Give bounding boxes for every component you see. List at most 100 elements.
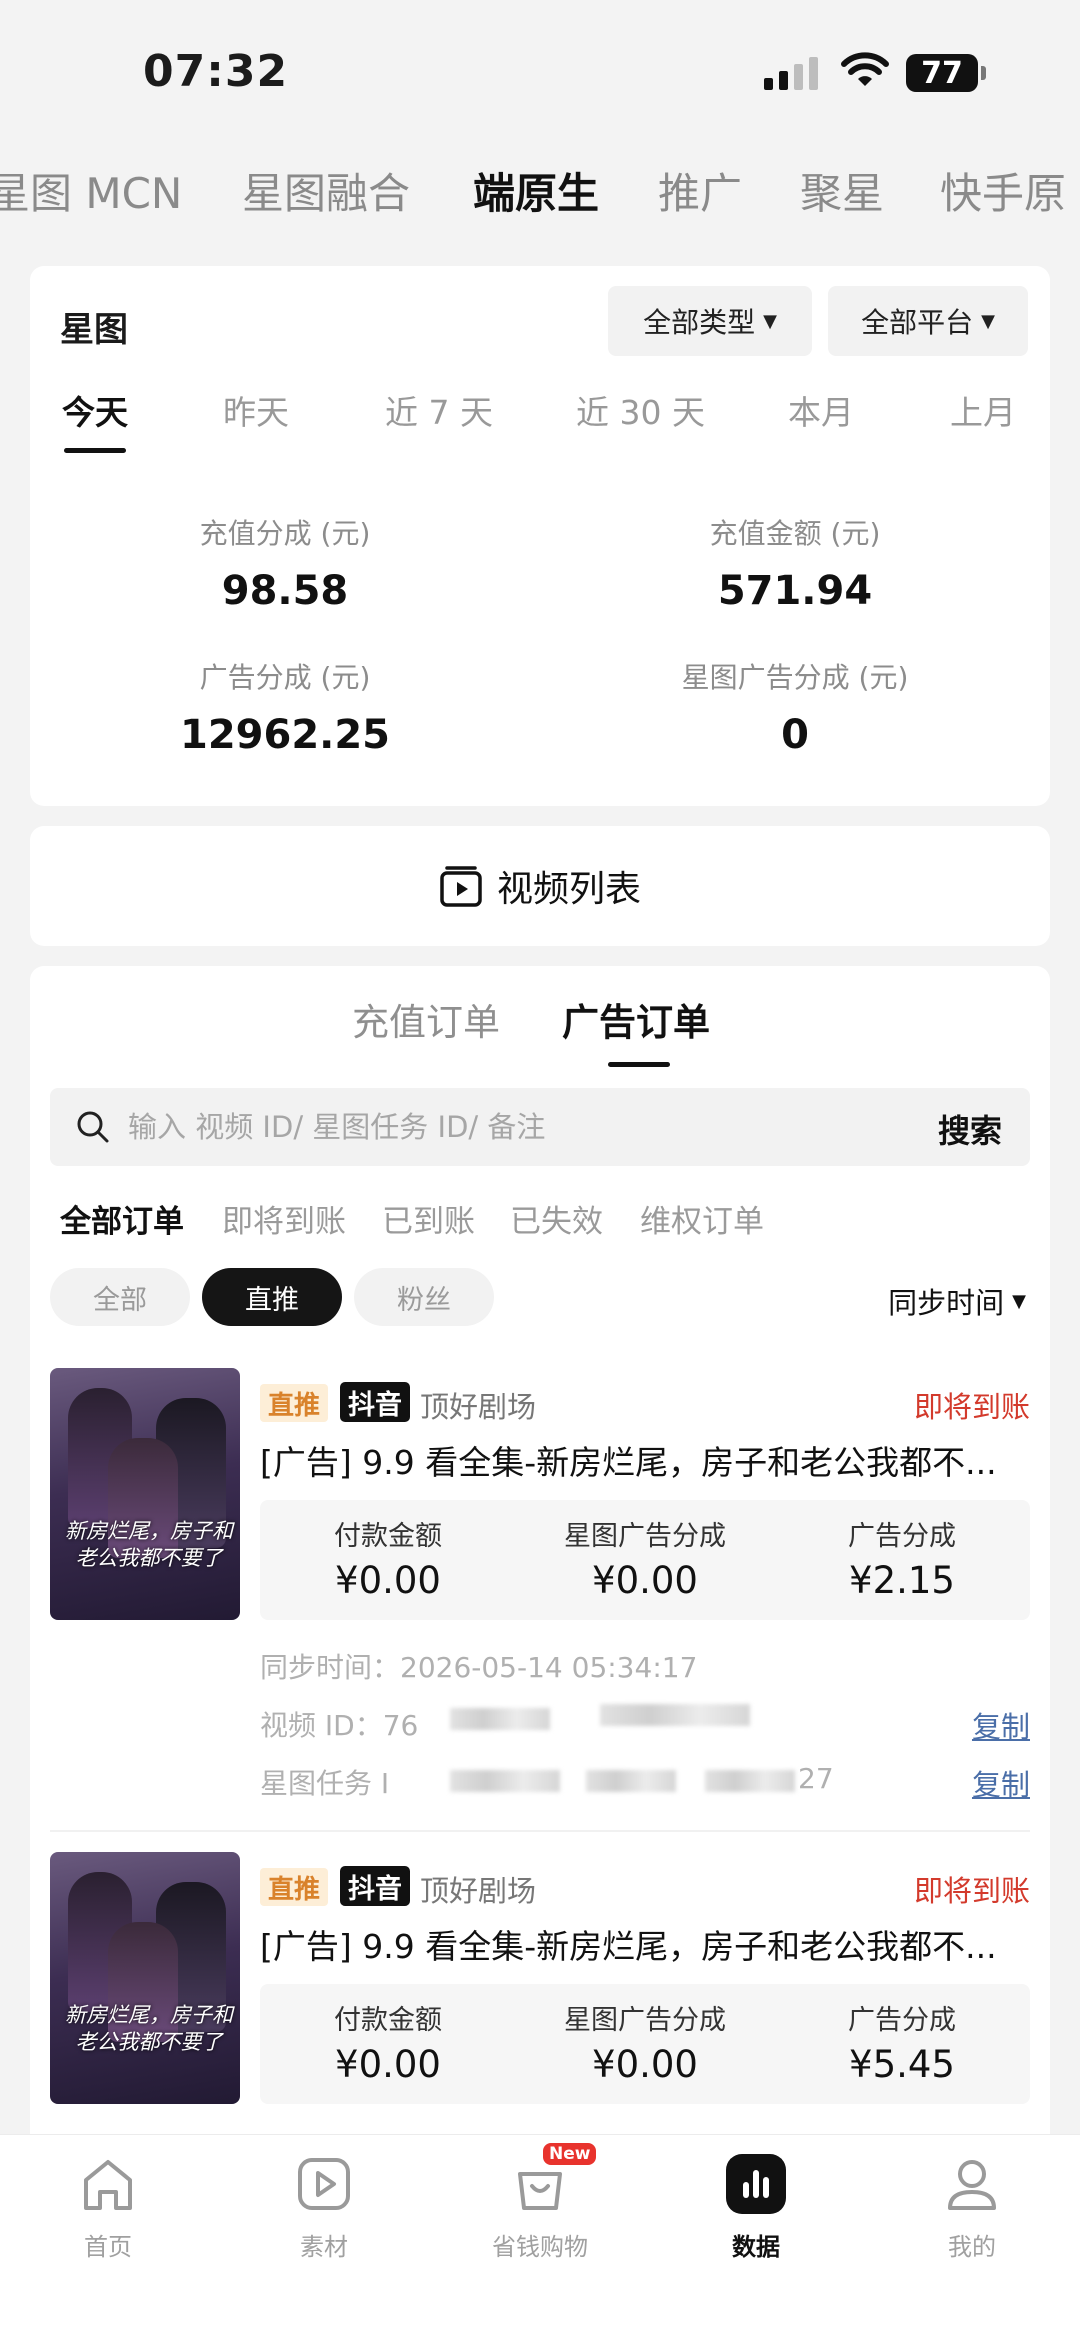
home-icon — [84, 2160, 132, 2210]
divider — [50, 1830, 1030, 1832]
type-filter-dropdown[interactable]: 全部类型 ▼ — [608, 286, 812, 356]
nav-label: 数据 — [732, 2233, 780, 2261]
range-tab-today[interactable]: 今天 — [62, 386, 128, 434]
stat-xingtu-ad-share: 星图广告分成 (元) 0 — [595, 656, 995, 758]
task-id-suffix: 27 — [798, 1762, 834, 1795]
amount-value: ¥0.00 — [592, 2043, 698, 2086]
video-list-button[interactable]: 视频列表 — [30, 826, 1050, 946]
amounts-panel: 付款金额 ¥0.00 星图广告分成 ¥0.00 广告分成 ¥5.45 — [260, 1984, 1030, 2104]
platform-tag: 抖音 — [340, 1866, 410, 1906]
platform-filter-label: 全部平台 — [861, 306, 974, 339]
order-status: 即将到账 — [913, 1390, 1030, 1424]
range-tab-last-month[interactable]: 上月 — [950, 386, 1016, 434]
tab-juxing[interactable]: 聚星 — [800, 160, 884, 221]
stat-label: 广告分成 (元) — [199, 661, 371, 694]
order-status: 即将到账 — [913, 1874, 1030, 1908]
copy-task-id-button[interactable]: 复制 — [972, 1762, 1030, 1804]
task-id-label: 星图任务 I — [260, 1767, 390, 1800]
platform-filter-dropdown[interactable]: 全部平台 ▼ — [828, 286, 1028, 356]
order-item[interactable]: 新房烂尾，房子和老公我都不要了 直推 抖音 顶好剧场 即将到账 [广告] 9.9… — [30, 1852, 1050, 2146]
amount-label: 付款金额 — [334, 1521, 442, 1552]
copy-video-id-button[interactable]: 复制 — [972, 1704, 1030, 1746]
filter-dispute[interactable]: 维权订单 — [640, 1196, 764, 1241]
signal-icon — [764, 56, 818, 90]
redacted-task-id — [705, 1770, 795, 1792]
active-tab-indicator — [608, 1062, 670, 1067]
stat-value: 12962.25 — [179, 712, 391, 758]
nav-data[interactable]: 数据 — [676, 2149, 836, 2262]
bar-chart-icon — [726, 2154, 786, 2214]
redacted-video-id — [600, 1704, 750, 1726]
tab-recharge-orders[interactable]: 充值订单 — [352, 992, 500, 1046]
pill-fans[interactable]: 粉丝 — [354, 1268, 494, 1326]
stat-recharge-amount: 充值金额 (元) 571.94 — [595, 512, 995, 614]
amount-value: ¥0.00 — [335, 1559, 441, 1602]
date-range-tabs: 今天 昨天 近 7 天 近 30 天 本月 上月 — [30, 386, 1050, 466]
nav-home[interactable]: 首页 — [28, 2149, 188, 2262]
bottom-nav: 首页 素材 New 省钱购物 数据 我的 — [0, 2134, 1080, 2342]
order-item[interactable]: 新房烂尾，房子和老公我都不要了 直推 抖音 顶好剧场 即将到账 [广告] 9.9… — [30, 1368, 1050, 1838]
amount-value: ¥5.45 — [849, 2043, 955, 2086]
stat-value: 571.94 — [717, 568, 873, 614]
amount-ad-share: 广告分成 ¥2.15 — [774, 1514, 1030, 1602]
drama-cover-image: 新房烂尾，房子和老公我都不要了 — [50, 1368, 240, 1620]
tab-native[interactable]: 端原生 — [473, 160, 599, 221]
redacted-task-id — [450, 1770, 560, 1792]
play-icon — [298, 2158, 350, 2210]
amount-payment: 付款金额 ¥0.00 — [260, 1514, 516, 1602]
nav-label: 我的 — [948, 2233, 996, 2261]
filter-received[interactable]: 已到账 — [382, 1196, 475, 1241]
cover-title-text: 新房烂尾，房子和老公我都不要了 — [65, 2003, 233, 2054]
range-tab-7days[interactable]: 近 7 天 — [385, 386, 493, 434]
range-tab-yesterday[interactable]: 昨天 — [223, 386, 289, 434]
cover-title-text: 新房烂尾，房子和老公我都不要了 — [65, 1519, 233, 1570]
filter-pending[interactable]: 即将到账 — [222, 1196, 346, 1241]
nav-shopping[interactable]: New 省钱购物 — [460, 2143, 620, 2262]
range-tab-30days[interactable]: 近 30 天 — [576, 386, 705, 434]
nav-label: 省钱购物 — [492, 2233, 588, 2261]
stat-label: 充值金额 (元) — [709, 517, 881, 550]
sort-label: 同步时间 — [888, 1286, 1005, 1320]
active-tab-indicator — [64, 448, 126, 453]
nav-profile[interactable]: 我的 — [892, 2149, 1052, 2262]
nav-label: 首页 — [84, 2233, 132, 2261]
amount-xingtu-share: 星图广告分成 ¥0.00 — [517, 1998, 773, 2086]
order-type-tabs: 充值订单 广告订单 — [30, 992, 1050, 1072]
type-filter-label: 全部类型 — [643, 306, 756, 339]
filter-expired[interactable]: 已失效 — [510, 1196, 603, 1241]
stat-value: 98.58 — [221, 568, 349, 614]
tab-xingtu-fusion[interactable]: 星图融合 — [242, 160, 410, 221]
tab-kuaishou[interactable]: 快手原 — [940, 160, 1066, 221]
tab-ad-orders[interactable]: 广告订单 — [562, 992, 710, 1046]
search-button[interactable]: 搜索 — [938, 1106, 1002, 1152]
amounts-panel: 付款金额 ¥0.00 星图广告分成 ¥0.00 广告分成 ¥2.15 — [260, 1500, 1030, 1620]
pill-all[interactable]: 全部 — [50, 1268, 190, 1326]
nav-label: 素材 — [300, 2233, 348, 2261]
filter-all-orders[interactable]: 全部订单 — [60, 1196, 184, 1241]
sort-dropdown[interactable]: 同步时间 ▼ — [888, 1280, 1026, 1322]
pill-direct[interactable]: 直推 — [202, 1268, 342, 1326]
amount-value: ¥2.15 — [849, 1559, 955, 1602]
search-input[interactable] — [128, 1102, 888, 1152]
tab-promotion[interactable]: 推广 — [658, 160, 742, 221]
nav-material[interactable]: 素材 — [244, 2149, 404, 2262]
amount-label: 付款金额 — [334, 2005, 442, 2036]
caret-down-icon: ▼ — [1012, 1290, 1026, 1312]
orders-card: 充值订单 广告订单 搜索 全部订单 即将到账 已到账 已失效 维权订单 全部 直… — [30, 966, 1050, 2146]
video-list-icon — [440, 866, 482, 907]
amount-value: ¥0.00 — [335, 2043, 441, 2086]
summary-card: 星图 全部类型 ▼ 全部平台 ▼ 今天 昨天 近 7 天 近 30 天 本月 上… — [30, 266, 1050, 806]
caret-down-icon: ▼ — [763, 310, 777, 332]
tab-xingtu-mcn[interactable]: 星图 MCN — [0, 160, 182, 221]
search-icon — [77, 1111, 109, 1143]
range-tab-this-month[interactable]: 本月 — [788, 386, 854, 434]
amount-label: 星图广告分成 — [564, 1521, 726, 1552]
order-title: [广告] 9.9 看全集-新房烂尾，房子和老公我都不... — [260, 1443, 997, 1482]
stat-value: 0 — [781, 712, 809, 758]
new-badge: New — [543, 2143, 597, 2165]
stat-ad-share: 广告分成 (元) 12962.25 — [85, 656, 485, 758]
redacted-video-id — [450, 1708, 550, 1730]
stat-recharge-share: 充值分成 (元) 98.58 — [85, 512, 485, 614]
direct-tag: 直推 — [260, 1868, 329, 1906]
order-status-filters: 全部订单 即将到账 已到账 已失效 维权订单 — [30, 1196, 1050, 1246]
